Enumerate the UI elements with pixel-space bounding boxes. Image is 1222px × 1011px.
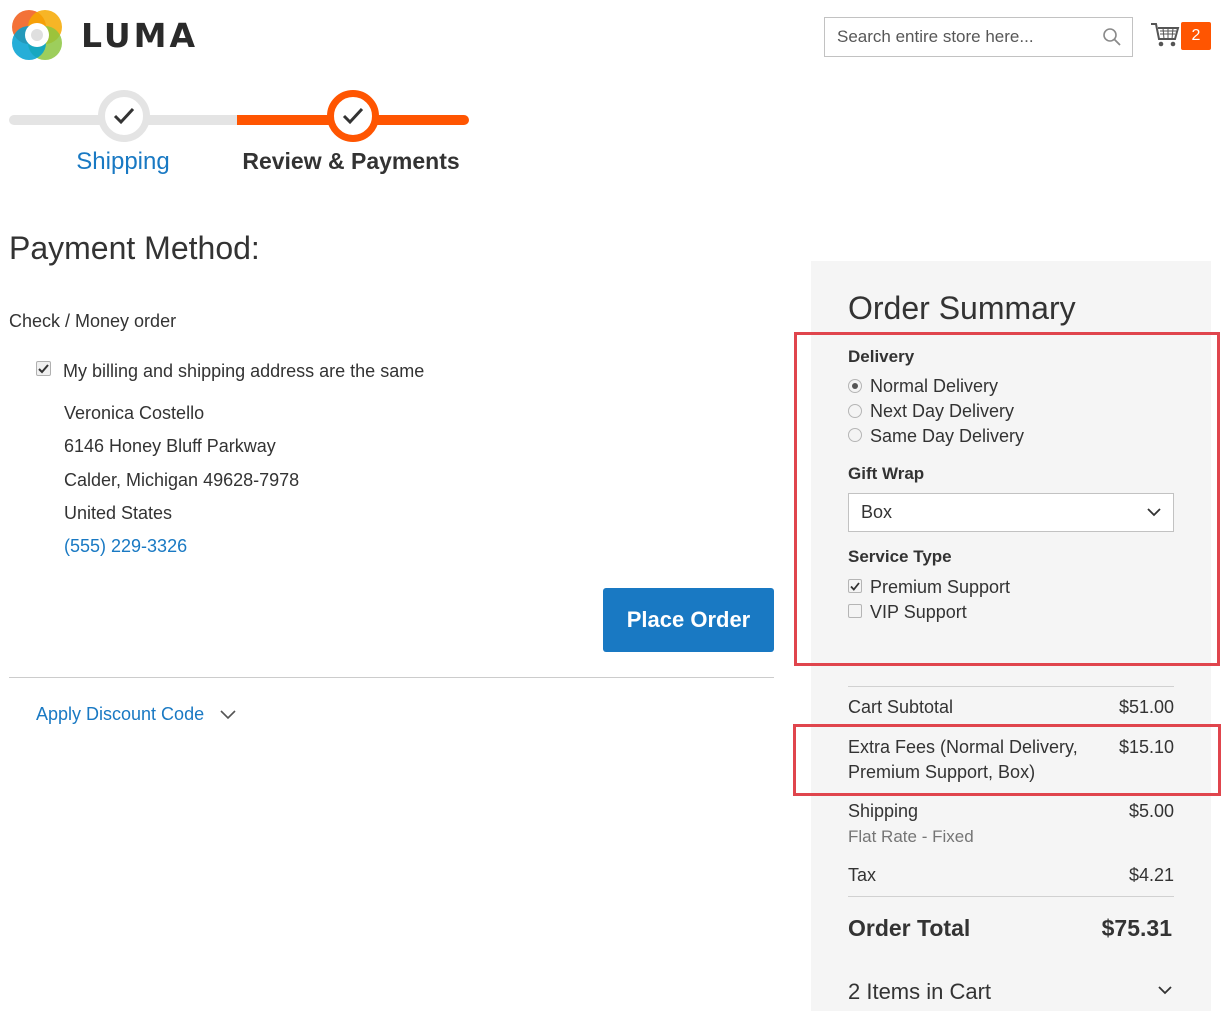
search-input[interactable] bbox=[825, 18, 1085, 56]
tax-label: Tax bbox=[848, 865, 877, 885]
logo-text: LUMA bbox=[81, 15, 199, 55]
step-shipping-indicator[interactable] bbox=[98, 90, 150, 142]
address-phone-link[interactable]: (555) 229-3326 bbox=[64, 536, 187, 557]
payment-method-name[interactable]: Check / Money order bbox=[9, 311, 176, 332]
divider bbox=[848, 686, 1174, 687]
step-shipping-link[interactable]: Shipping bbox=[42, 148, 204, 176]
check-icon bbox=[38, 363, 49, 373]
divider bbox=[9, 677, 774, 678]
check-icon bbox=[113, 107, 135, 125]
address-country: United States bbox=[64, 503, 173, 523]
order-total-label: Order Total bbox=[848, 915, 971, 941]
address-name: Veronica Costello bbox=[64, 403, 205, 423]
divider bbox=[848, 896, 1174, 897]
address-city: Calder, Michigan 49628-7978 bbox=[64, 470, 300, 490]
items-in-cart-toggle[interactable]: 2 Items in Cart bbox=[848, 979, 991, 1005]
search-box[interactable] bbox=[824, 17, 1133, 57]
billing-same-checkbox[interactable] bbox=[36, 361, 51, 376]
shipping-label: Shipping bbox=[848, 801, 919, 821]
chevron-down-icon[interactable] bbox=[1158, 986, 1172, 995]
shipping-value: $5.00 bbox=[1128, 801, 1174, 821]
luma-logo-icon bbox=[12, 10, 62, 60]
cart-subtotal-label: Cart Subtotal bbox=[848, 697, 954, 717]
step-review-label: Review & Payments bbox=[242, 148, 460, 174]
order-total-value: $75.31 bbox=[1101, 915, 1172, 941]
address-street: 6146 Honey Bluff Parkway bbox=[64, 436, 276, 456]
luma-logo[interactable]: LUMA bbox=[9, 7, 199, 63]
search-icon[interactable] bbox=[1102, 27, 1122, 47]
highlight-box-extra-fees bbox=[793, 724, 1221, 796]
highlight-box-options bbox=[794, 332, 1220, 666]
payment-method-title: Payment Method: bbox=[9, 230, 260, 266]
step-review-indicator bbox=[327, 90, 379, 142]
cart-count-badge[interactable]: 2 bbox=[1181, 22, 1211, 50]
chevron-down-icon bbox=[220, 709, 236, 719]
order-summary-title: Order Summary bbox=[848, 290, 1076, 326]
cart-icon[interactable] bbox=[1150, 20, 1180, 50]
apply-discount-label: Apply Discount Code bbox=[36, 704, 205, 724]
check-icon bbox=[342, 107, 364, 125]
billing-same-label[interactable]: My billing and shipping address are the … bbox=[63, 361, 424, 382]
tax-value: $4.21 bbox=[1128, 865, 1174, 885]
shipping-method: Flat Rate - Fixed bbox=[848, 827, 974, 846]
cart-subtotal-value: $51.00 bbox=[1118, 697, 1174, 717]
place-order-button[interactable]: Place Order bbox=[603, 588, 774, 652]
apply-discount-toggle[interactable]: Apply Discount Code bbox=[36, 704, 236, 725]
